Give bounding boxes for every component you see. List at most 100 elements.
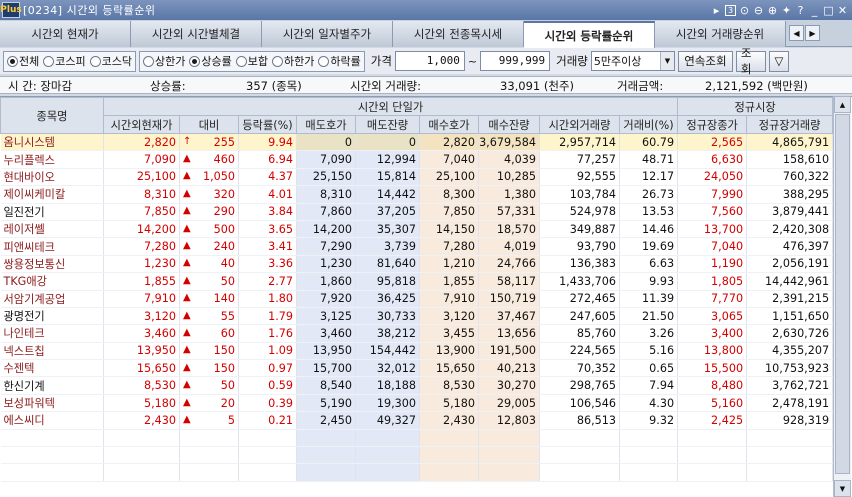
stock-name-cell[interactable]: 한신기계 — [0, 376, 104, 395]
scroll-up-icon[interactable]: ▲ — [834, 96, 851, 113]
col-header-8[interactable]: 시간외거래량 — [539, 115, 620, 134]
radio-button-icon[interactable] — [7, 55, 18, 67]
stock-name-cell[interactable]: 나인테크 — [0, 324, 104, 343]
table-row[interactable]: 나인테크 3,460 ▲ 60 1.76 3,460 38,212 3,455 13,656 85… — [0, 324, 834, 343]
tab-5[interactable]: 시간외 거래량순위 — [655, 21, 786, 47]
table-row[interactable]: 한신기계 8,530 ▲ 50 0.59 8,540 18,188 8,530 30,270 29… — [0, 376, 834, 395]
change-arrow-cell: ▲ 40 — [179, 255, 239, 274]
tab-1[interactable]: 시간외 시간별체결 — [131, 21, 262, 47]
filter-icon[interactable]: ▽ — [768, 50, 789, 72]
radio-button-icon[interactable] — [235, 55, 247, 67]
col-header-11[interactable]: 정규장거래량 — [746, 115, 834, 134]
stock-name-cell[interactable]: 현대바이오 — [0, 168, 104, 187]
volume-select[interactable]: 5만주이상 ▼ — [590, 51, 675, 71]
market-radio-2[interactable]: 코스닥 — [89, 53, 132, 69]
ask-quantity-cell: 95,818 — [355, 272, 420, 291]
stock-name-cell[interactable]: 에스씨디 — [0, 411, 104, 430]
minimize-icon[interactable]: _ — [809, 4, 820, 17]
stock-name-cell[interactable]: 옴니시스템 — [0, 133, 104, 152]
table-row[interactable]: 서암기계공업 7,910 ▲ 140 1.80 7,920 36,425 7,910 150,7… — [0, 290, 834, 308]
direction-radio-2[interactable]: 보합 — [235, 53, 268, 69]
stock-name-cell[interactable]: 쌍용정보통신 — [0, 255, 104, 274]
radio-button-icon[interactable] — [318, 55, 330, 67]
empty-cell — [746, 429, 834, 448]
scroll-down-icon[interactable]: ▼ — [834, 480, 851, 497]
table-row[interactable]: 넥스트칩 13,950 ▲ 150 1.09 13,950 154,442 13,900 191… — [0, 342, 834, 361]
radio-button-icon[interactable] — [43, 55, 55, 67]
stock-name-cell[interactable]: TKG애강 — [0, 272, 104, 291]
empty-cell — [355, 463, 420, 482]
chevron-down-icon[interactable]: ▼ — [659, 52, 674, 70]
radio-button-icon[interactable] — [143, 55, 154, 67]
col-header-2[interactable]: 대비 — [179, 115, 239, 134]
bid-price-cell: 3,120 — [419, 307, 479, 326]
table-row[interactable]: TKG애강 1,855 ▲ 50 2.77 1,860 95,818 1,855 58,117 1… — [0, 272, 834, 291]
tab-scroll-left-icon[interactable]: ◀ — [789, 25, 804, 41]
query-button[interactable]: 조회 — [735, 46, 766, 76]
table-row[interactable]: 수젠텍 15,650 ▲ 150 0.97 15,700 32,012 15,650 40,21… — [0, 359, 834, 378]
col-header-6[interactable]: 매수호가 — [419, 115, 479, 134]
stock-name-cell[interactable]: 광명전기 — [0, 307, 104, 326]
table-row[interactable]: 쌍용정보통신 1,230 ▲ 40 3.36 1,230 81,640 1,210 24,766… — [0, 255, 834, 274]
col-header-5[interactable]: 매도잔량 — [355, 115, 420, 134]
vertical-scrollbar[interactable]: ▲ ▼ — [833, 96, 851, 497]
table-row[interactable]: 현대바이오 25,100 ▲ 1,050 4.37 25,150 15,814 25,100 1… — [0, 168, 834, 187]
stock-name-cell[interactable]: 넥스트칩 — [0, 342, 104, 361]
radio-button-icon[interactable] — [272, 55, 283, 67]
scroll-thumb[interactable] — [835, 114, 850, 474]
tab-4[interactable]: 시간외 등락률순위 — [524, 21, 655, 48]
table-row[interactable]: 옴니시스템 2,820 ↑ 255 9.94 0 0 2,820 3,679,584 2,957,… — [0, 133, 834, 152]
col-header-9[interactable]: 거래비(%) — [618, 115, 679, 134]
market-radio-1[interactable]: 코스피 — [43, 53, 86, 69]
table-row[interactable]: 제이씨케미칼 8,310 ▲ 320 4.01 8,310 14,442 8,300 1,380… — [0, 185, 834, 204]
direction-radio-3[interactable]: 하한가 — [272, 53, 314, 69]
tab-3[interactable]: 시간외 전종목시세 — [393, 21, 524, 47]
number-box-icon[interactable]: 3 — [725, 4, 736, 16]
tab-scroll-right-icon[interactable]: ▶ — [805, 25, 820, 41]
table-row[interactable]: 에스씨디 2,430 ▲ 5 0.21 2,450 49,327 2,430 12,803 86,… — [0, 411, 834, 430]
direction-radio-1[interactable]: 상승률 — [189, 53, 232, 69]
bid-price-cell: 13,900 — [419, 342, 479, 361]
stock-name-cell[interactable]: 제이씨케미칼 — [0, 185, 104, 204]
after-hours-price-cell: 8,310 — [103, 185, 180, 204]
table-row[interactable]: 일진전기 7,850 ▲ 290 3.84 7,860 37,205 7,850 57,331 5… — [0, 203, 834, 221]
col-header-10[interactable]: 정규장종가 — [677, 115, 748, 134]
col-header-7[interactable]: 매수잔량 — [478, 115, 540, 134]
stock-name-cell[interactable]: 보성파워텍 — [0, 394, 104, 413]
page-left-icon[interactable]: ▸ — [711, 4, 722, 17]
radio-button-icon[interactable] — [89, 55, 101, 67]
table-row[interactable]: 보성파워텍 5,180 ▲ 20 0.39 5,190 19,300 5,180 29,005 1… — [0, 394, 834, 413]
tab-0[interactable]: 시간외 현재가 — [0, 21, 131, 47]
zoom-in-icon[interactable]: ⊕ — [767, 4, 778, 17]
stock-name-cell[interactable]: 수젠텍 — [0, 359, 104, 378]
direction-radio-0[interactable]: 상한가 — [143, 53, 185, 69]
change-rate-cell: 1.79 — [238, 307, 297, 326]
col-header-1[interactable]: 시간외현재가 — [103, 115, 180, 134]
pin-icon[interactable]: ✦ — [781, 4, 792, 17]
table-row[interactable]: 레이저쎌 14,200 ▲ 500 3.65 14,200 35,307 14,150 18,5… — [0, 220, 834, 239]
tab-2[interactable]: 시간외 일자별주가 — [262, 21, 393, 47]
radio-button-icon[interactable] — [189, 55, 201, 67]
maximize-icon[interactable]: □ — [823, 4, 834, 17]
help-icon[interactable]: ? — [795, 4, 806, 17]
zoom-out-icon[interactable]: ⊖ — [753, 4, 764, 17]
market-radio-0[interactable]: 전체 — [7, 53, 39, 69]
continuous-query-button[interactable]: 연속조회 — [677, 50, 733, 72]
direction-radio-4[interactable]: 하락률 — [318, 53, 361, 69]
table-row[interactable]: 누리플렉스 7,090 ▲ 460 6.94 7,090 12,994 7,040 4,039 7… — [0, 150, 834, 169]
close-icon[interactable]: ✕ — [837, 4, 848, 17]
stock-name-cell[interactable]: 서암기계공업 — [0, 290, 104, 308]
col-header-3[interactable]: 등락률(%) — [238, 115, 297, 134]
price-from-input[interactable]: 1,000 — [394, 51, 465, 71]
stock-name-cell[interactable]: 레이저쎌 — [0, 220, 104, 239]
price-to-input[interactable]: 999,999 — [480, 51, 551, 71]
change-arrow-cell: ▲ 50 — [179, 376, 239, 395]
table-row[interactable]: 피앤씨테크 7,280 ▲ 240 3.41 7,290 3,739 7,280 4,019 93… — [0, 237, 834, 256]
stock-name-cell[interactable]: 누리플렉스 — [0, 150, 104, 169]
table-row[interactable]: 광명전기 3,120 ▲ 55 1.79 3,125 30,733 3,120 37,467 24… — [0, 307, 834, 326]
search-icon[interactable]: ⊙ — [739, 4, 750, 17]
stock-name-cell[interactable]: 일진전기 — [0, 203, 104, 221]
stock-name-cell[interactable]: 피앤씨테크 — [0, 237, 104, 256]
col-header-name[interactable]: 종목명 — [0, 97, 104, 134]
col-header-4[interactable]: 매도호가 — [296, 115, 356, 134]
